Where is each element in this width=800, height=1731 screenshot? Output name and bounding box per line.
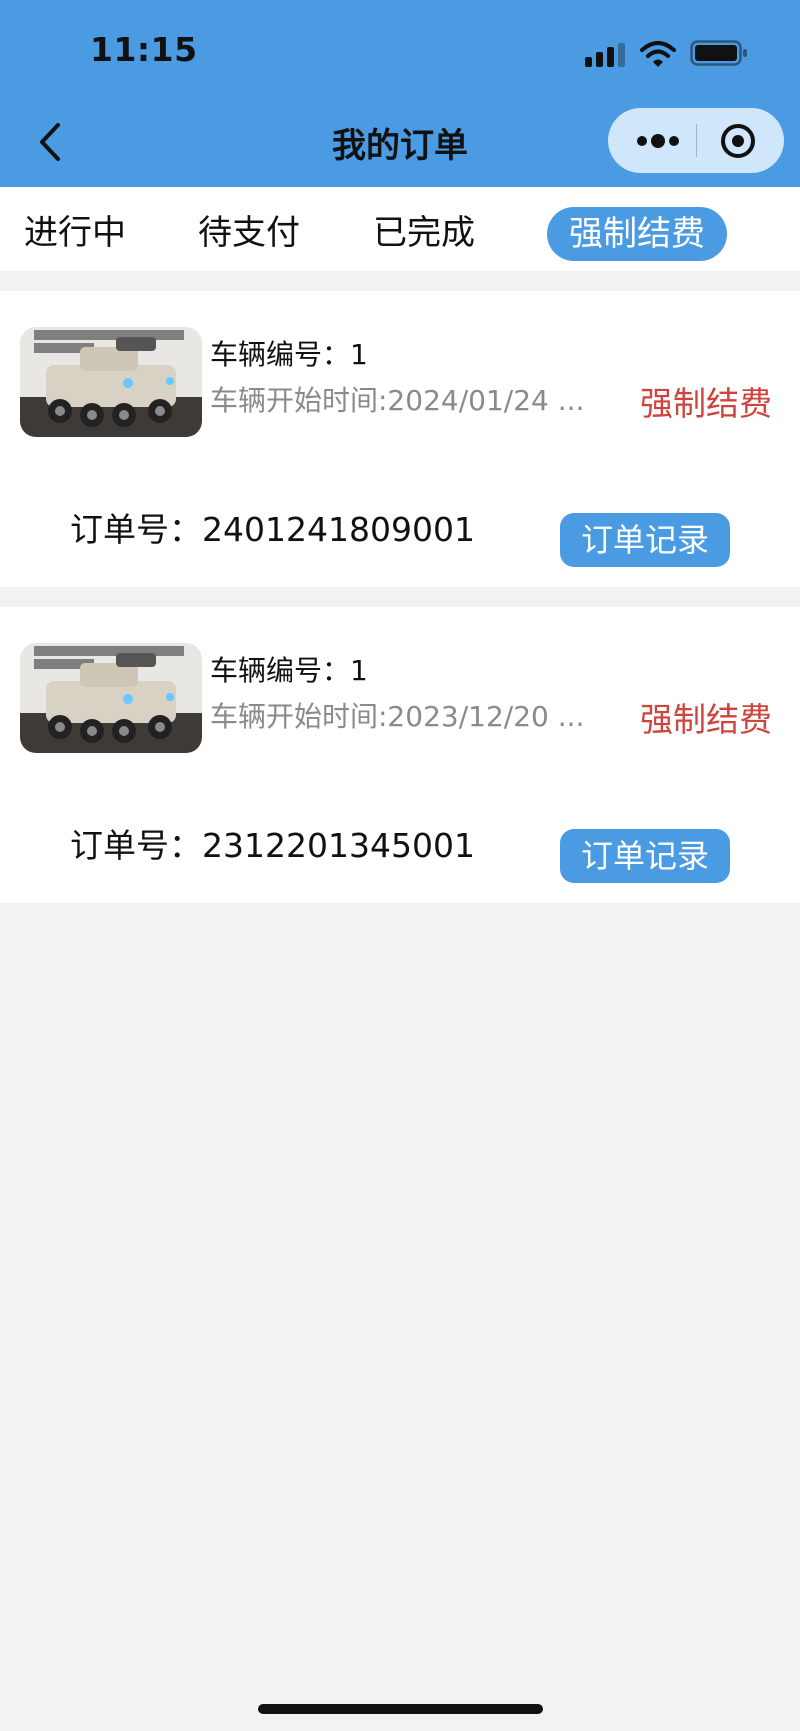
order-card: 车辆编号：1 车辆开始时间:2023/12/20 ... 强制结费 订单号：23… bbox=[0, 607, 800, 903]
vehicle-thumbnail bbox=[20, 327, 202, 437]
target-circle-icon[interactable] bbox=[712, 120, 764, 162]
vehicle-thumbnail bbox=[20, 643, 202, 753]
order-status: 强制结费 bbox=[640, 700, 772, 739]
order-tabs: 进行中 待支付 已完成 强制结费 bbox=[0, 187, 800, 271]
tab-completed[interactable]: 已完成 bbox=[373, 205, 475, 254]
order-status: 强制结费 bbox=[640, 384, 772, 423]
status-bar-time: 11:15 bbox=[90, 30, 198, 69]
vehicle-start-time: 车辆开始时间:2024/01/24 ... bbox=[210, 384, 585, 417]
vehicle-number: 车辆编号：1 bbox=[210, 654, 368, 687]
order-record-button[interactable]: 订单记录 bbox=[560, 829, 730, 883]
signal-bars-icon bbox=[585, 43, 625, 67]
wifi-icon bbox=[640, 41, 676, 67]
capsule-divider bbox=[696, 124, 697, 157]
order-number: 订单号：2401241809001 bbox=[70, 510, 475, 549]
order-card: 车辆编号：1 车辆开始时间:2024/01/24 ... 强制结费 订单号：24… bbox=[0, 291, 800, 587]
battery-icon bbox=[690, 40, 747, 66]
more-dots-icon[interactable] bbox=[630, 122, 686, 160]
vehicle-start-time: 车辆开始时间:2023/12/20 ... bbox=[210, 700, 585, 733]
tab-in-progress[interactable]: 进行中 bbox=[24, 205, 126, 254]
tab-forced-settlement[interactable]: 强制结费 bbox=[547, 207, 727, 261]
miniprogram-capsule bbox=[608, 108, 784, 173]
vehicle-number: 车辆编号：1 bbox=[210, 338, 368, 371]
home-indicator[interactable] bbox=[258, 1704, 543, 1714]
order-record-button[interactable]: 订单记录 bbox=[560, 513, 730, 567]
order-number: 订单号：2312201345001 bbox=[70, 826, 475, 865]
tab-pending-payment[interactable]: 待支付 bbox=[198, 205, 300, 254]
nav-header: 11:15 我的订单 bbox=[0, 0, 800, 187]
